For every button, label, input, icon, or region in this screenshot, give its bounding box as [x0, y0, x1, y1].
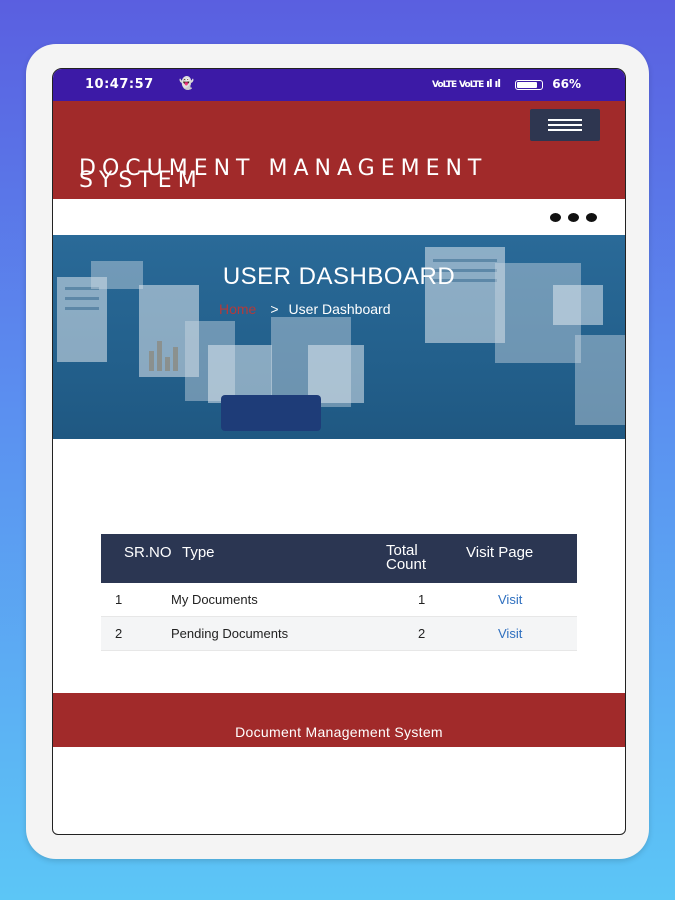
cell-count: 2	[418, 626, 426, 641]
dashboard-table: SR.NO Type Total Count Visit Page 1 My D…	[101, 534, 577, 651]
column-header-count: Total Count	[386, 542, 427, 573]
status-time: 10:47:57	[85, 77, 154, 92]
visit-link[interactable]: Visit	[498, 626, 522, 641]
footer: Document Management System	[53, 693, 625, 747]
column-header-srno: SR.NO	[124, 544, 172, 561]
status-bar: 10:47:57 👻 VoLTE VoLTE ıl ıl 66%	[53, 69, 625, 101]
breadcrumb: Home > User Dashboard	[219, 301, 390, 317]
table-row: 2 Pending Documents 2 Visit	[101, 617, 577, 651]
breadcrumb-separator: >	[270, 301, 279, 317]
breadcrumb-current: User Dashboard	[288, 301, 391, 317]
app-header: DOCUMENT MANAGEMENT SYSTEM	[53, 101, 625, 199]
tablet-frame: 10:47:57 👻 VoLTE VoLTE ıl ıl 66% DOCUMEN…	[26, 44, 649, 859]
cell-srno: 1	[115, 592, 123, 607]
breadcrumb-home[interactable]: Home	[219, 301, 256, 317]
cell-type: Pending Documents	[171, 626, 289, 641]
visit-link[interactable]: Visit	[498, 592, 522, 607]
column-header-visit: Visit Page	[466, 544, 534, 561]
decor-document	[575, 335, 625, 425]
screen: 10:47:57 👻 VoLTE VoLTE ıl ıl 66% DOCUMEN…	[52, 68, 626, 835]
more-dots-icon[interactable]	[543, 213, 597, 222]
hero-banner: USER DASHBOARD Home > User Dashboard	[53, 235, 625, 439]
cell-srno: 2	[115, 626, 123, 641]
page-title: USER DASHBOARD	[222, 263, 456, 290]
battery-icon	[515, 80, 543, 90]
folder-icon	[221, 395, 321, 431]
decor-document	[553, 285, 603, 325]
snapchat-ghost-icon: 👻	[179, 76, 194, 90]
column-header-type: Type	[182, 544, 215, 561]
brand-title: DOCUMENT MANAGEMENT SYSTEM	[79, 156, 488, 193]
cell-count: 1	[418, 592, 426, 607]
table-header: SR.NO Type Total Count Visit Page	[101, 534, 577, 583]
footer-text: Document Management System	[235, 724, 443, 740]
cell-type: My Documents	[171, 592, 258, 607]
sub-navbar	[53, 199, 625, 235]
hamburger-icon[interactable]	[530, 109, 600, 141]
signal-icon: VoLTE VoLTE ıl ıl	[432, 77, 501, 90]
battery-percent: 66%	[552, 77, 581, 91]
decor-document	[425, 247, 505, 343]
table-row: 1 My Documents 1 Visit	[101, 583, 577, 617]
